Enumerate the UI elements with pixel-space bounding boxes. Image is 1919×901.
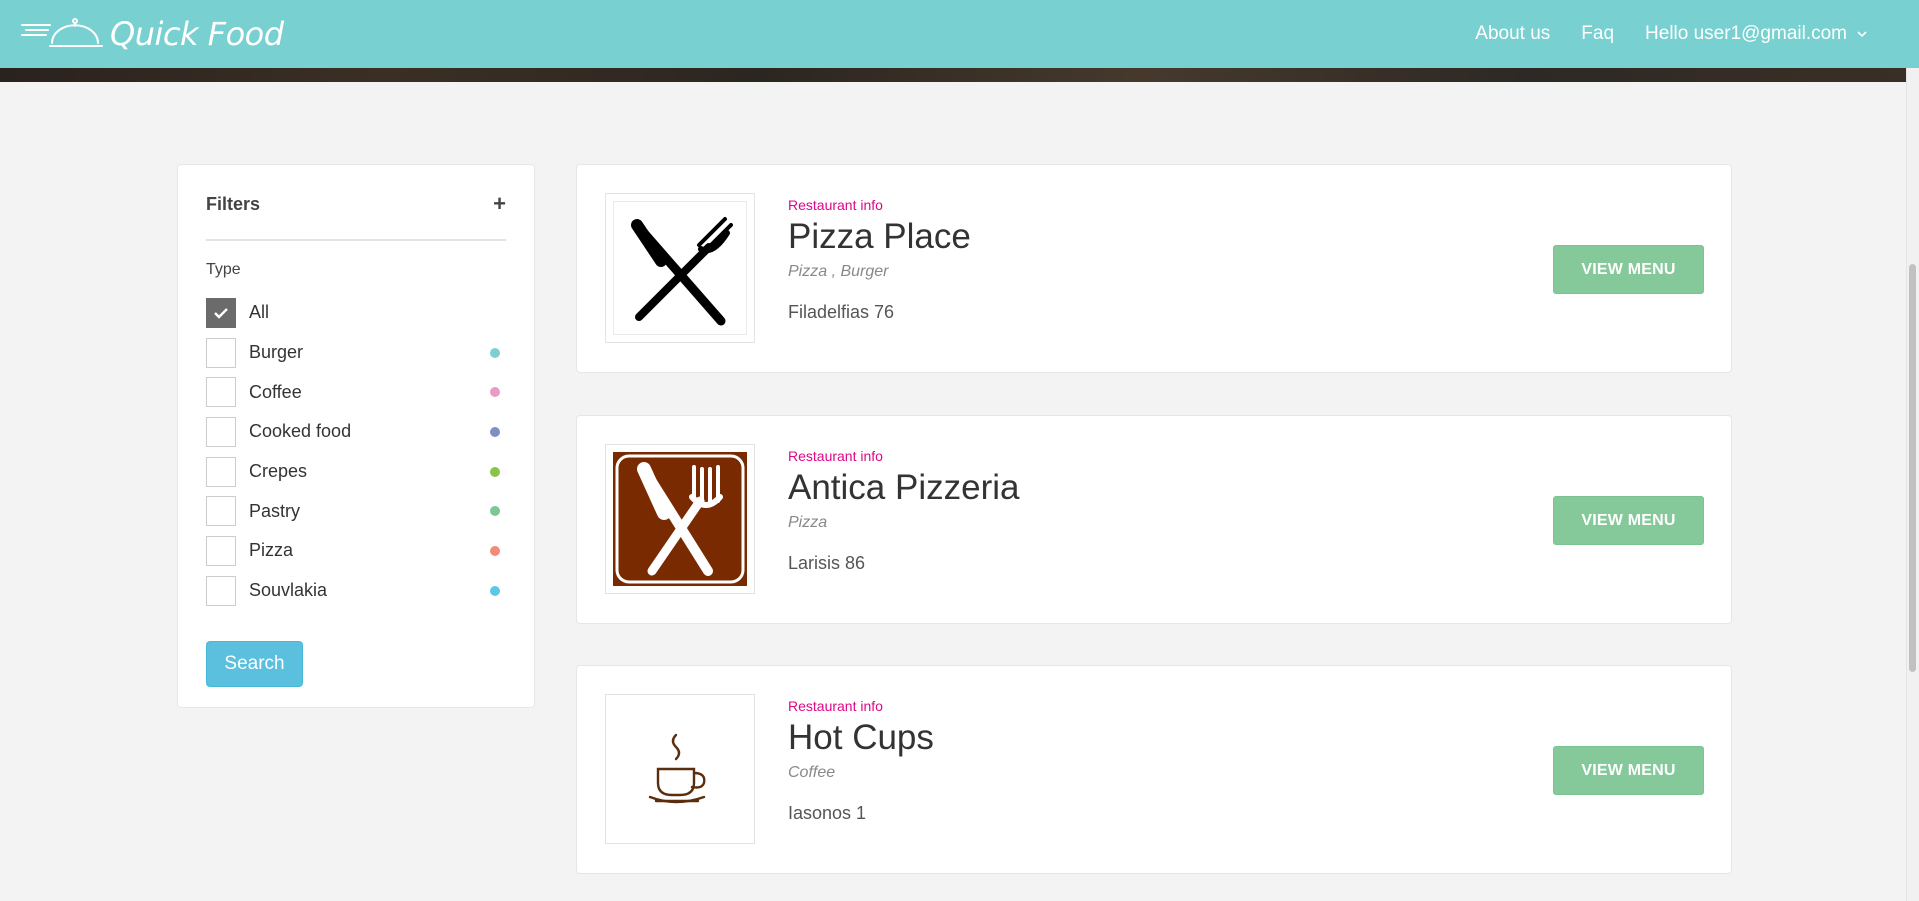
filter-label: Pizza [249, 540, 294, 561]
filter-item-pizza[interactable]: Pizza [206, 531, 506, 571]
restaurant-info-label[interactable]: Restaurant info [788, 698, 934, 714]
restaurant-card: Restaurant info Antica Pizzeria Pizza La… [576, 415, 1732, 624]
cloche-icon [21, 18, 103, 47]
checkbox-cooked-food[interactable] [206, 416, 236, 447]
checkbox-crepes[interactable] [206, 456, 236, 487]
filter-label: Coffee [249, 381, 302, 402]
checkbox-all[interactable] [206, 297, 236, 328]
color-dot [490, 347, 500, 358]
brand-logo[interactable]: Quick Food [20, 15, 284, 53]
expand-filters-button[interactable]: + [493, 191, 506, 217]
page-scrollbar[interactable] [1906, 68, 1919, 901]
restaurant-name[interactable]: Hot Cups [788, 718, 934, 758]
search-button[interactable]: Search [206, 640, 303, 687]
filters-panel: Filters + Type All Burger Coffee Cooked … [177, 164, 535, 708]
checkbox-burger[interactable] [206, 337, 236, 368]
user-dropdown[interactable]: Hello user1@gmail.com [1645, 23, 1867, 45]
filter-label: Pastry [249, 500, 301, 521]
restaurant-card: Restaurant info Pizza Place Pizza , Burg… [576, 164, 1732, 373]
user-greeting: Hello user1@gmail.com [1645, 23, 1847, 44]
filter-item-souvlakia[interactable]: Souvlakia [206, 571, 506, 611]
nav-faq[interactable]: Faq [1581, 23, 1614, 45]
type-label: Type [206, 261, 241, 278]
filters-title: Filters [206, 193, 261, 214]
checkbox-pastry[interactable] [206, 496, 236, 527]
restaurant-address: Filadelfias 76 [788, 302, 895, 322]
color-dot [490, 506, 500, 517]
filter-item-burger[interactable]: Burger [206, 333, 506, 373]
color-dot [490, 387, 500, 398]
scrollbar-thumb[interactable] [1909, 264, 1916, 672]
restaurant-info-label[interactable]: Restaurant info [788, 448, 1019, 464]
nav-links: About us Faq Hello user1@gmail.com [1475, 23, 1899, 45]
filter-label: All [249, 302, 270, 323]
color-dot [490, 585, 500, 596]
view-menu-button[interactable]: VIEW MENU [1553, 496, 1704, 545]
restaurant-name[interactable]: Antica Pizzeria [788, 468, 1019, 508]
checkbox-souvlakia[interactable] [206, 575, 236, 606]
checkbox-pizza[interactable] [206, 535, 236, 566]
view-menu-button[interactable]: VIEW MENU [1553, 746, 1704, 795]
filters-header: Filters + [206, 191, 506, 241]
restaurant-address: Iasonos 1 [788, 803, 867, 823]
nav-about-us[interactable]: About us [1475, 23, 1550, 45]
restaurant-logo [605, 193, 755, 343]
color-dot [490, 545, 500, 556]
chevron-down-icon [1857, 31, 1867, 38]
view-menu-button[interactable]: VIEW MENU [1553, 245, 1704, 294]
restaurant-address: Larisis 86 [788, 553, 866, 573]
brand-name: Quick Food [110, 15, 284, 53]
type-filter-list: All Burger Coffee Cooked food Crepes Pas… [206, 293, 506, 611]
color-dot [490, 426, 500, 437]
filter-item-pastry[interactable]: Pastry [206, 491, 506, 531]
check-icon [214, 307, 228, 319]
color-dot [490, 466, 500, 477]
restaurant-card: Restaurant info Hot Cups Coffee Iasonos … [576, 665, 1732, 874]
filter-item-coffee[interactable]: Coffee [206, 372, 506, 412]
restaurant-name[interactable]: Pizza Place [788, 217, 971, 257]
fork-knife-icon [631, 217, 733, 326]
restaurant-info: Restaurant info Antica Pizzeria Pizza La… [788, 448, 1019, 574]
filter-item-crepes[interactable]: Crepes [206, 452, 506, 492]
restaurant-info: Restaurant info Pizza Place Pizza , Burg… [788, 197, 971, 323]
restaurant-logo [605, 694, 755, 844]
hero-image-strip [0, 68, 1906, 82]
filter-item-cooked-food[interactable]: Cooked food [206, 412, 506, 452]
filter-label: Burger [249, 342, 304, 363]
restaurant-types: Coffee [788, 764, 836, 781]
top-navbar: Quick Food About us Faq Hello user1@gmai… [0, 0, 1919, 68]
filter-label: Cooked food [249, 421, 352, 442]
filter-item-all[interactable]: All [206, 293, 506, 333]
restaurant-info: Restaurant info Hot Cups Coffee Iasonos … [788, 698, 934, 824]
restaurant-sign-icon [613, 452, 747, 586]
restaurant-types: Pizza , Burger [788, 263, 889, 280]
restaurant-types: Pizza [788, 514, 828, 531]
restaurant-logo [605, 444, 755, 594]
restaurant-info-label[interactable]: Restaurant info [788, 197, 971, 213]
coffee-cup-icon [648, 733, 706, 804]
filter-label: Crepes [249, 461, 308, 482]
checkbox-coffee[interactable] [206, 377, 236, 408]
filter-label: Souvlakia [249, 580, 328, 601]
